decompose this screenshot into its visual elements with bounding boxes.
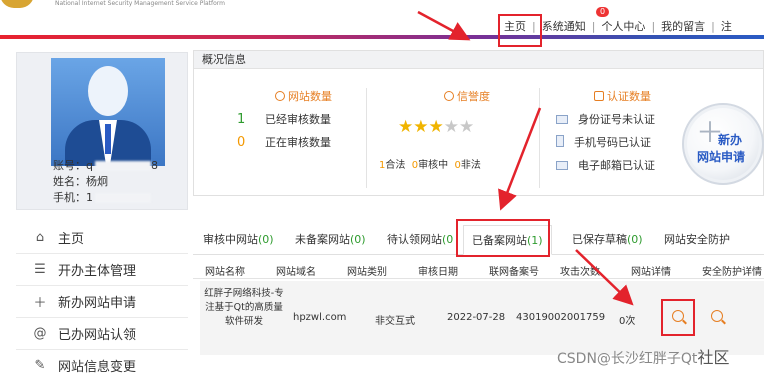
watermark: CSDN@长沙红胖子Qt社区 [557,348,730,367]
annotation-arrows [417,10,634,306]
arrow-to-registered-tab [498,107,542,211]
arrow-to-detail [575,249,634,306]
arrow-to-home [417,10,471,41]
